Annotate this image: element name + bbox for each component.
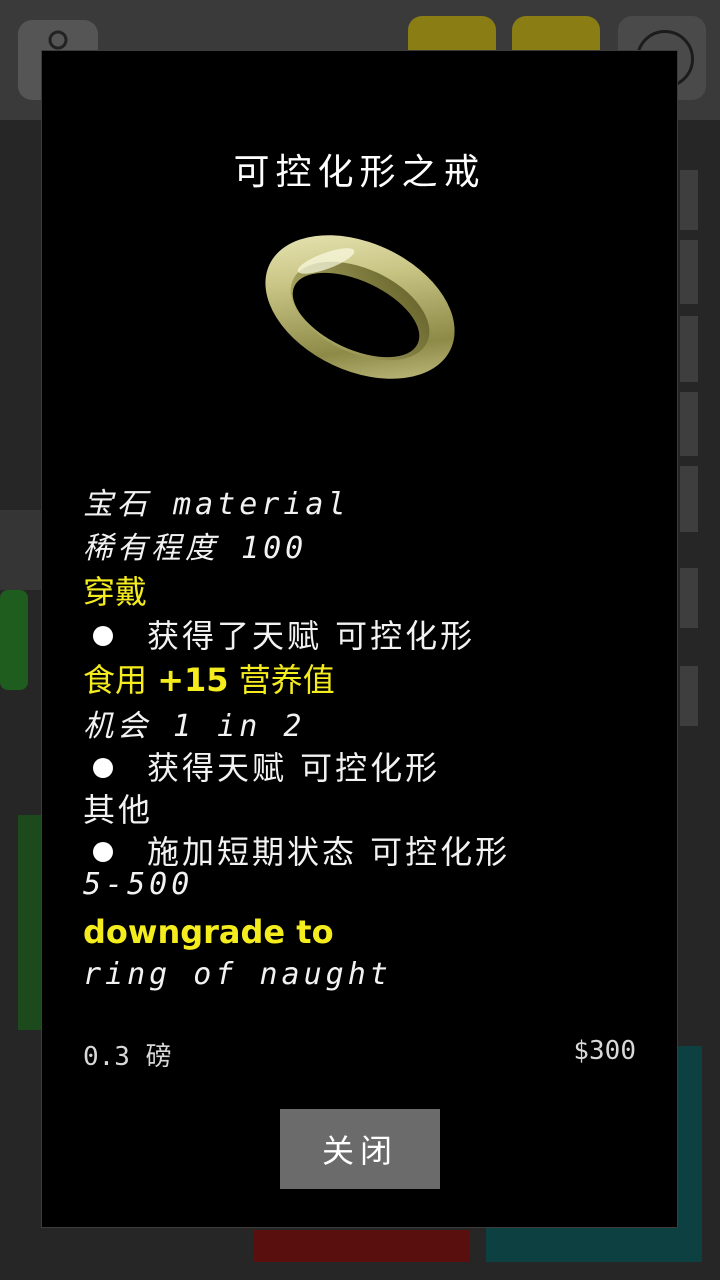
gold-ring-icon [265,235,455,379]
material-text: 宝石 material [83,487,350,522]
other-effect-text: 施加短期状态 可控化形 [147,833,511,871]
other-heading: 其他 [83,791,154,829]
wear-effect-item: 获得了天赋 可控化形 [83,611,475,657]
eat-heading: 食用 +15 营养值 [83,655,335,701]
background-panel [0,510,44,590]
item-detail-dialog: 可控化形之戒 宝石 material 稀有程度 100 穿戴 获得了天赋 可控化… [41,50,678,1228]
background-red-button [254,1230,470,1262]
chance-text: 机会 1 in 2 [83,709,306,744]
item-price: $300 [573,1036,636,1066]
eat-effect-item: 获得天赋 可控化形 [83,743,440,789]
background-green-tab [0,590,28,690]
bullet-icon [93,625,113,646]
item-weight: 0.3 磅 [83,1042,172,1072]
wear-heading: 穿戴 [83,573,148,611]
item-title: 可控化形之戒 [233,152,486,193]
eat-heading-suffix: 营养值 [228,661,335,699]
wear-effect-text: 获得了天赋 可控化形 [147,617,476,655]
duration-text: 5-500 [83,867,194,902]
eat-nutrition-value: +15 [157,661,229,699]
close-button[interactable]: 关闭 [280,1109,440,1189]
downgrade-heading: downgrade to [83,913,334,951]
eat-effect-text: 获得天赋 可控化形 [147,749,441,787]
eat-heading-prefix: 食用 [83,661,158,699]
rarity-text: 稀有程度 100 [83,531,308,566]
bullet-icon [93,841,113,862]
bullet-icon [93,757,113,778]
downgrade-item-text: ring of naught [83,957,392,992]
